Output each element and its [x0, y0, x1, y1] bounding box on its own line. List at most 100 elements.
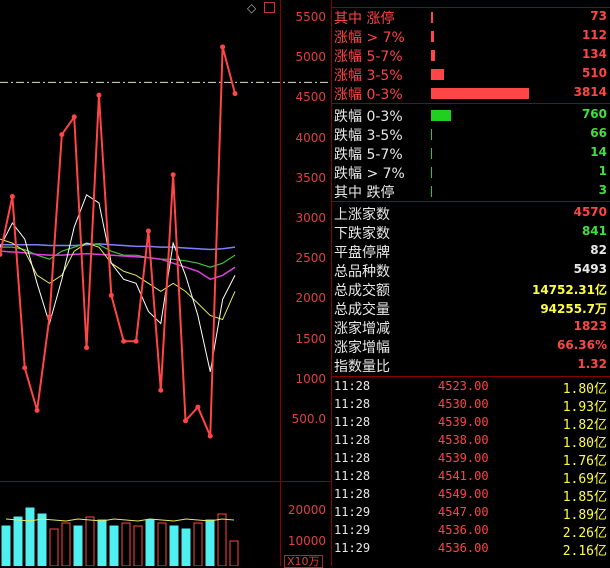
- volume-tick-label: 20000: [287, 503, 326, 517]
- stats-label: 跌幅 > 7%: [334, 166, 405, 182]
- tick-row: 11:28 4538.00 1.80亿: [334, 432, 610, 451]
- stats-label: 涨幅 > 7%: [334, 30, 405, 46]
- tick-volume: 1.93亿: [562, 400, 607, 415]
- tick-price: 4539.00: [438, 415, 489, 429]
- tick-price: 4536.00: [438, 523, 489, 537]
- y-tick-label: 2500: [295, 251, 326, 266]
- stats-row: 跌幅 3-5% 66: [334, 125, 610, 144]
- y-tick-label: 5500: [295, 10, 326, 24]
- tick-row: 11:28 4539.00 1.76亿: [334, 450, 610, 469]
- breadth-bar: [431, 88, 529, 99]
- tick-price: 4549.00: [438, 487, 489, 501]
- volume-divider: [0, 481, 331, 482]
- maximize-icon[interactable]: [264, 2, 275, 13]
- stats-label: 总品种数: [334, 264, 390, 280]
- price-point: [195, 404, 201, 410]
- breadth-bar: [431, 50, 435, 61]
- tick-price: 4523.00: [438, 379, 489, 393]
- price-point: [158, 387, 164, 393]
- volume-bar: [217, 513, 227, 566]
- stats-row: 总成交量 94255.7万: [334, 299, 610, 318]
- tick-time: 11:28: [334, 415, 371, 429]
- volume-bar: [133, 525, 143, 566]
- tick-volume: 1.80亿: [562, 382, 607, 397]
- stats-row: 涨家增减 1823: [334, 318, 610, 337]
- breadth-bar: [431, 110, 451, 121]
- stats-value: 510: [581, 66, 607, 80]
- stats-row: 上涨家数 4570: [334, 204, 610, 223]
- price-point: [121, 338, 127, 344]
- price-point: [96, 92, 102, 98]
- stats-value: 3: [598, 183, 607, 197]
- stats-label: 涨幅 0-3%: [334, 87, 403, 103]
- stats-row: 下跌家数 841: [334, 223, 610, 242]
- tick-volume: 2.16亿: [562, 544, 607, 559]
- tick-time: 11:29: [334, 505, 371, 519]
- tick-row: 11:28 4523.00 1.80亿: [334, 378, 610, 397]
- series-price-line: [0, 46, 236, 437]
- tick-time: 11:29: [334, 523, 371, 537]
- volume-bar: [37, 513, 47, 566]
- price-point: [84, 345, 90, 351]
- tick-volume: 1.76亿: [562, 454, 607, 469]
- tick-row: 11:28 4541.00 1.69亿: [334, 468, 610, 487]
- tick-row: 11:29 4547.00 1.89亿: [334, 504, 610, 523]
- price-point: [108, 292, 114, 298]
- volume-bar: [73, 525, 83, 566]
- stats-row: 平盘停牌 82: [334, 242, 610, 261]
- stats-value: 3814: [573, 85, 607, 99]
- breadth-bar: [431, 186, 432, 197]
- breadth-bar: [431, 12, 433, 23]
- stats-row: 涨幅 5-7% 134: [334, 46, 610, 65]
- price-point: [71, 114, 77, 120]
- price-point: [183, 418, 189, 424]
- y-tick-label: 4000: [295, 130, 326, 145]
- ticks-divider: [331, 376, 610, 377]
- stats-row: 跌幅 5-7% 14: [334, 144, 610, 163]
- stats-value: 1.32: [577, 357, 607, 371]
- stats-row: 涨家增幅 66.36%: [334, 337, 610, 356]
- stats-label: 涨幅 5-7%: [334, 49, 403, 65]
- tick-volume: 1.82亿: [562, 418, 607, 433]
- price-point: [59, 132, 65, 138]
- tick-row: 11:28 4530.00 1.93亿: [334, 396, 610, 415]
- volume-bar: [193, 522, 203, 566]
- stats-label: 指数量比: [334, 359, 390, 375]
- y-tick-label: 500.0: [291, 412, 326, 426]
- breadth-bar: [431, 69, 444, 80]
- price-point: [170, 172, 176, 178]
- price-point: [133, 338, 139, 344]
- volume-bar: [205, 519, 215, 566]
- price-point: [22, 365, 28, 371]
- stats-label: 涨家增幅: [334, 340, 390, 356]
- breadth-bar: [431, 148, 432, 159]
- stats-value: 94255.7万: [540, 302, 607, 316]
- tick-volume: 2.26亿: [562, 526, 607, 541]
- stats-value: 1823: [573, 319, 607, 333]
- stats-value: 5493: [573, 262, 607, 276]
- stats-row: 涨幅 > 7% 112: [334, 27, 610, 46]
- volume-bar: [181, 528, 191, 566]
- breadth-bar: [431, 129, 432, 140]
- stats-row: 指数量比 1.32: [334, 356, 610, 375]
- stats-label: 跌幅 5-7%: [334, 147, 403, 163]
- stats-label: 跌幅 0-3%: [334, 109, 403, 125]
- diamond-icon[interactable]: ◇: [247, 1, 256, 15]
- tick-time: 11:28: [334, 379, 371, 393]
- tick-price: 4538.00: [438, 433, 489, 447]
- tick-row: 11:28 4549.00 1.85亿: [334, 486, 610, 505]
- stats-value: 14: [590, 145, 607, 159]
- tick-time: 11:29: [334, 541, 371, 555]
- volume-bar: [169, 525, 179, 566]
- price-point: [9, 193, 15, 199]
- tick-price: 4536.00: [438, 541, 489, 555]
- y-tick-label: 5000: [295, 50, 326, 65]
- volume-bar: [157, 522, 167, 566]
- volume-bar: [229, 540, 239, 566]
- stats-row: 总成交额 14752.31亿: [334, 280, 610, 299]
- tick-price: 4547.00: [438, 505, 489, 519]
- stats-value: 4570: [573, 205, 607, 219]
- stats-label: 涨家增减: [334, 321, 390, 337]
- volume-bar: [85, 516, 95, 566]
- stats-row: 其中 涨停 73: [334, 8, 610, 27]
